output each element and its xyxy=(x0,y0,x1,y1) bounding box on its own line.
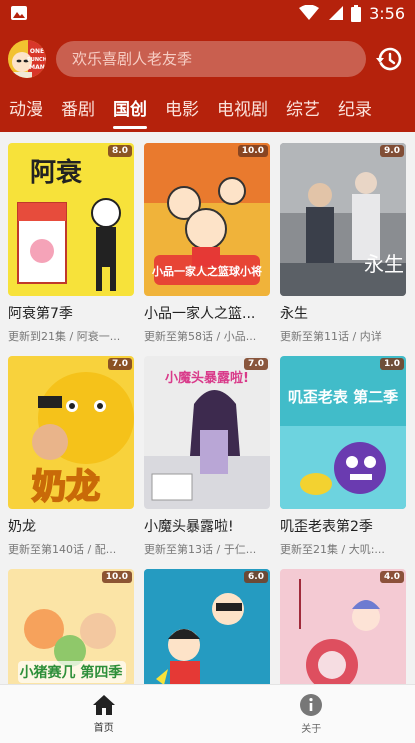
cover-image: 6.0 xyxy=(144,569,270,684)
video-card[interactable]: 小魔头暴露啦! 7.0 小魔头暴露啦! 更新至第13话 / 于仁... xyxy=(144,356,270,557)
cover-title-text: 永生 xyxy=(364,252,404,276)
score-badge: 6.0 xyxy=(244,571,268,583)
tab-tv-series[interactable]: 电视剧 xyxy=(208,92,277,132)
video-card[interactable]: 小猪赛几 第四季 10.0 xyxy=(8,569,134,684)
svg-text:PUNCH: PUNCH xyxy=(27,57,46,63)
info-icon xyxy=(300,694,323,716)
cover-image: 4.0 xyxy=(280,569,406,684)
cover-image: 奶龙 7.0 xyxy=(8,356,134,509)
category-tabs: 动漫 番剧 国创 电影 电视剧 综艺 纪录 xyxy=(0,92,415,132)
active-tab-indicator xyxy=(113,126,147,129)
score-badge: 1.0 xyxy=(380,358,404,370)
video-card[interactable]: 小品一家人之篮球小将 10.0 小品一家人之篮... 更新至第58话 / 小品.… xyxy=(144,143,270,344)
video-card[interactable]: 叽歪老表 第二季 1.0 叽歪老表第2季 更新至21集 / 大叽:... xyxy=(280,356,406,557)
video-card[interactable]: 奶龙 7.0 奶龙 更新至第140话 / 配... xyxy=(8,356,134,557)
video-card[interactable]: 4.0 xyxy=(280,569,406,684)
svg-text:ONE: ONE xyxy=(30,48,44,55)
home-icon xyxy=(92,695,115,715)
video-card[interactable]: 永生 9.0 永生 更新至第11话 / 内详 xyxy=(280,143,406,344)
card-title: 阿衰第7季 xyxy=(8,306,73,322)
tab-variety[interactable]: 综艺 xyxy=(277,92,329,132)
wifi-icon xyxy=(299,5,320,20)
score-badge: 7.0 xyxy=(108,358,132,370)
tab-bangumi[interactable]: 番剧 xyxy=(52,92,104,132)
card-subtitle: 更新至第140话 / 配... xyxy=(8,543,117,556)
cover-image: 小品一家人之篮球小将 10.0 xyxy=(144,143,270,296)
score-badge: 4.0 xyxy=(380,571,404,583)
card-title: 奶龙 xyxy=(8,519,36,535)
cover-image: 叽歪老表 第二季 1.0 xyxy=(280,356,406,509)
score-badge: 10.0 xyxy=(101,571,132,583)
tab-anime[interactable]: 动漫 xyxy=(0,92,52,132)
user-avatar[interactable]: ONE PUNCH MAN xyxy=(8,40,46,78)
svg-text:MAN: MAN xyxy=(29,64,45,71)
cover-image: 永生 9.0 xyxy=(280,143,406,296)
video-card[interactable]: 6.0 xyxy=(144,569,270,684)
status-bar: 3:56 xyxy=(0,0,415,26)
bottom-navigation: 首页 关于 xyxy=(0,684,415,743)
card-subtitle: 更新至21集 / 大叽:... xyxy=(280,543,385,556)
signal-icon xyxy=(329,6,344,20)
score-badge: 9.0 xyxy=(380,145,404,157)
cover-image: 小猪赛几 第四季 10.0 xyxy=(8,569,134,684)
history-icon xyxy=(376,47,402,71)
score-badge: 10.0 xyxy=(237,145,268,157)
video-card[interactable]: 阿衰 8.0 阿衰第7季 更新到21集 / 阿衰一... xyxy=(8,143,134,344)
app-bar: ONE PUNCH MAN xyxy=(0,26,415,92)
nav-about-label: 关于 xyxy=(301,724,322,735)
card-subtitle: 更新至第13话 / 于仁... xyxy=(144,543,257,556)
nav-home-label: 首页 xyxy=(93,723,114,734)
tab-documentary[interactable]: 纪录 xyxy=(329,92,381,132)
cover-title-text: 叽歪老表 第二季 xyxy=(288,388,398,406)
cover-title-text: 奶龙 xyxy=(32,467,100,507)
card-title: 叽歪老表第2季 xyxy=(280,519,373,535)
cover-image: 阿衰 8.0 xyxy=(8,143,134,296)
cover-image: 小魔头暴露啦! 7.0 xyxy=(144,356,270,509)
status-time: 3:56 xyxy=(369,3,405,23)
card-title: 小魔头暴露啦! xyxy=(144,519,234,535)
battery-icon xyxy=(351,4,362,22)
card-subtitle: 更新至第11话 / 内详 xyxy=(280,330,382,343)
app-screen: 3:56 ONE PUNCH MAN 欢乐喜剧人老友季 动漫 番剧 国创 电影 … xyxy=(0,0,415,743)
gallery-notification-icon xyxy=(11,6,27,20)
cover-title-text: 小魔头暴露啦! xyxy=(165,370,249,386)
cover-title-text: 小猪赛几 第四季 xyxy=(20,664,123,681)
tab-guochuang[interactable]: 国创 xyxy=(104,92,156,132)
history-button[interactable] xyxy=(371,41,407,77)
tab-movie[interactable]: 电影 xyxy=(156,92,208,132)
cover-title-text: 小品一家人之篮球小将 xyxy=(151,264,262,278)
score-badge: 8.0 xyxy=(108,145,132,157)
search-input[interactable] xyxy=(72,50,350,68)
card-subtitle: 更新到21集 / 阿衰一... xyxy=(8,330,121,343)
card-title: 小品一家人之篮... xyxy=(144,306,256,322)
card-title: 永生 xyxy=(280,306,308,322)
score-badge: 7.0 xyxy=(244,358,268,370)
nav-about[interactable]: 关于 xyxy=(208,685,415,743)
search-box[interactable] xyxy=(56,41,366,77)
content-grid: 阿衰 8.0 阿衰第7季 更新到21集 / 阿衰一... 小品一家人之篮球小将 xyxy=(0,132,415,684)
cover-title-text: 阿衰 xyxy=(30,157,83,188)
card-subtitle: 更新至第58话 / 小品... xyxy=(144,330,257,343)
nav-home[interactable]: 首页 xyxy=(0,685,208,743)
